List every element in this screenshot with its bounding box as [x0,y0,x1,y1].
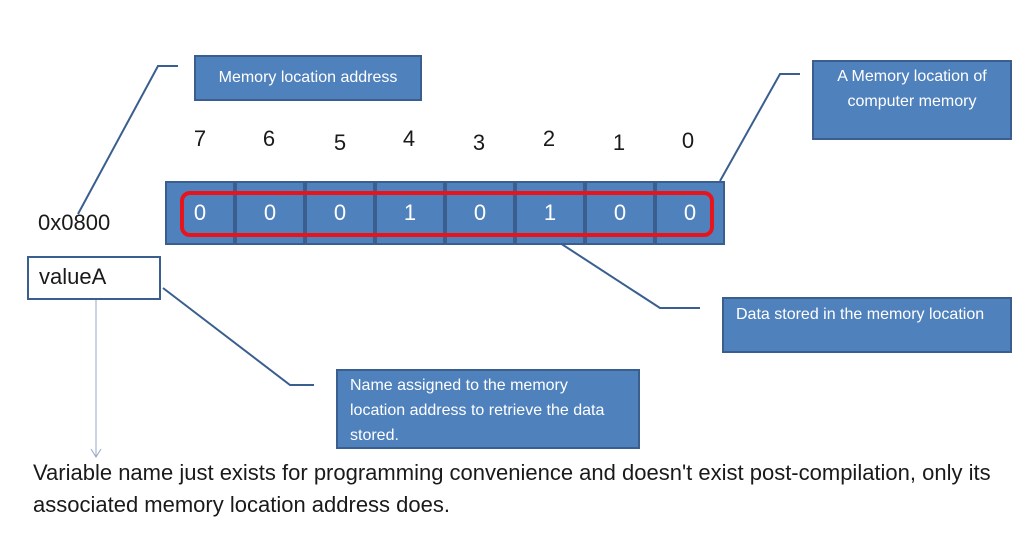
memory-register: 0 0 0 1 0 1 0 0 [165,181,725,245]
bit-number: 2 [542,126,556,151]
bit-cell: 0 [305,181,375,245]
address-label: 0x0800 [38,210,111,235]
bit-number: 0 [681,128,695,153]
bit-cell: 0 [235,181,305,245]
memory-location-callout-line [719,73,800,182]
bit-number: 6 [262,126,276,151]
bit-number: 1 [612,130,626,155]
bit-cell: 1 [375,181,445,245]
name-assigned-callout: Name assigned to the memory location add… [336,369,640,449]
address-callout-line [77,65,178,215]
bit-cell: 1 [515,181,585,245]
bit-cell: 0 [445,181,515,245]
bit-cell: 0 [165,181,235,245]
name-callout-line [162,287,314,386]
bit-number: 3 [472,130,486,155]
variable-name-box: valueA [27,256,161,300]
memory-location-address-callout: Memory location address [194,55,422,101]
data-stored-callout: Data stored in the memory location [722,297,1012,353]
bit-cell: 0 [655,181,725,245]
bit-number: 7 [193,126,207,151]
bit-number: 5 [333,130,347,155]
bit-number: 4 [402,126,416,151]
bit-cell: 0 [585,181,655,245]
caption-text: Variable name just exists for programmin… [33,460,991,517]
memory-location-callout: A Memory location of computer memory [812,60,1012,140]
